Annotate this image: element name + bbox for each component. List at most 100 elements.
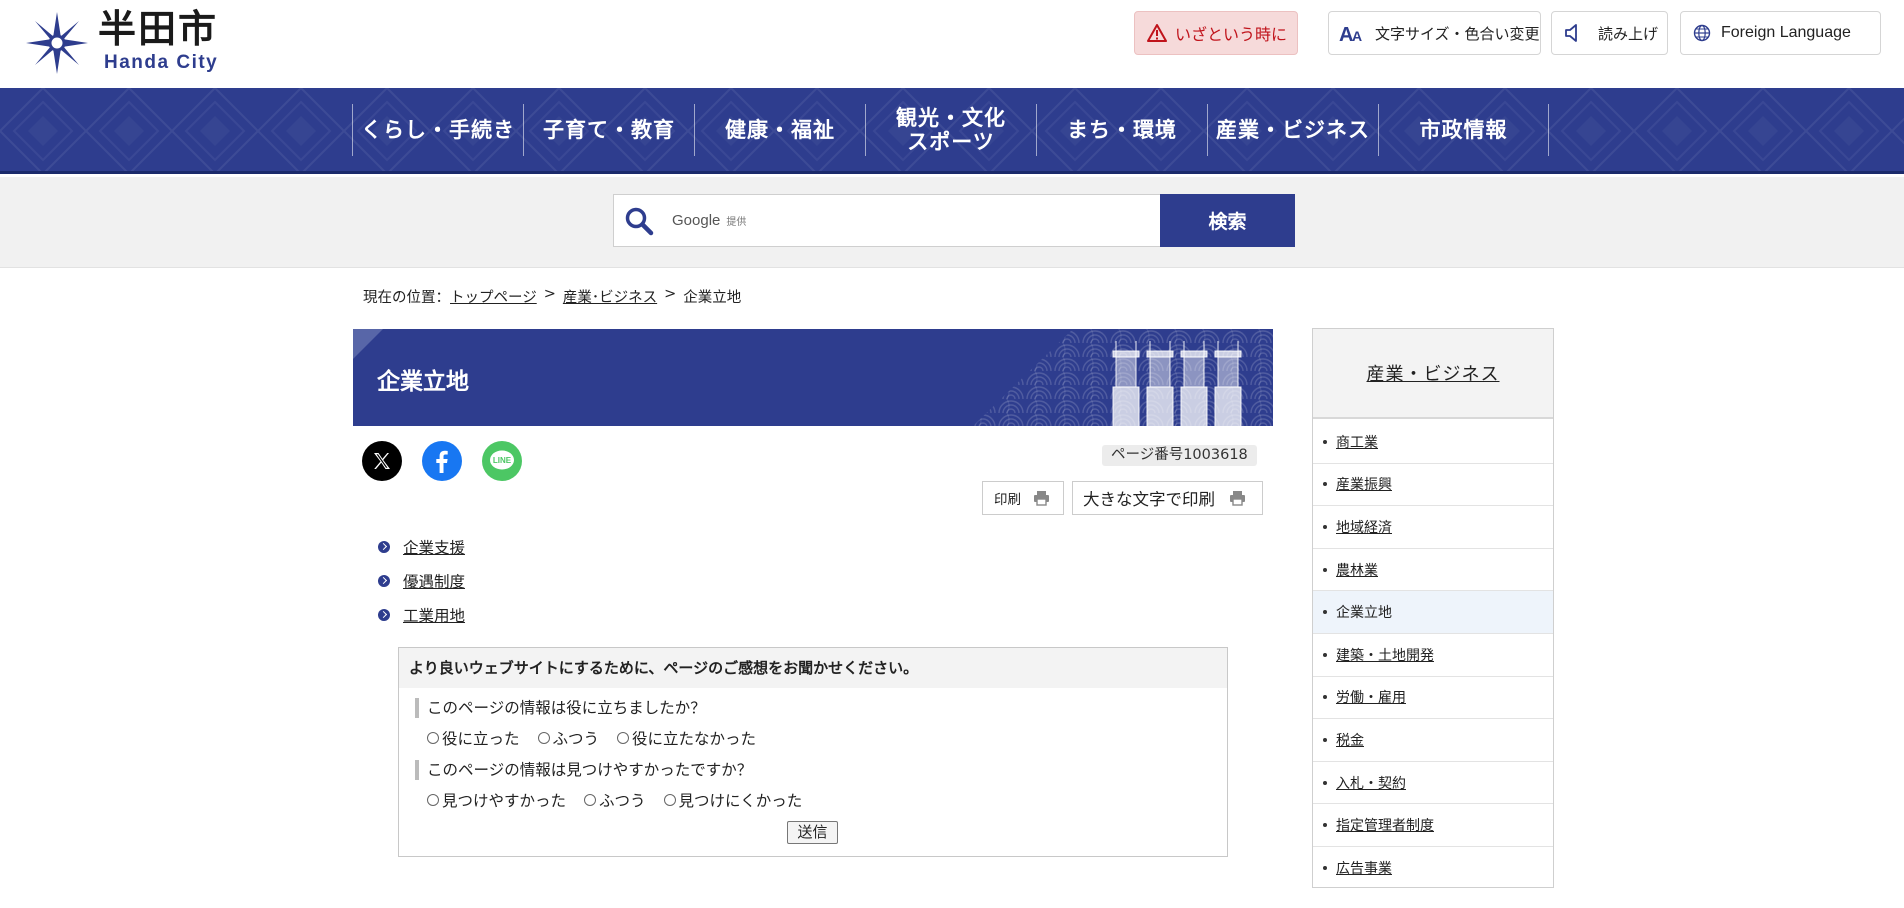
side-item-kokoku[interactable]: 広告事業 [1313,847,1553,887]
bullet-dot [1323,652,1327,657]
side-item-label: 商工業 [1336,434,1378,451]
breadcrumb-business[interactable]: 産業･ビジネス [563,286,657,307]
read-aloud-label: 読み上げ [1598,24,1659,43]
radio-circle [427,732,439,744]
side-item-kigyo-ricchi[interactable]: 企業立地 [1313,591,1553,634]
arrow-bullet-icon [378,575,390,587]
link-yugu-seido[interactable]: 優遇制度 [403,570,465,592]
svg-text:A: A [1352,28,1362,44]
bullet-dot [1323,524,1327,529]
radio-useful[interactable]: 役に立った [427,727,520,749]
side-item-sangyo-shinko[interactable]: 産業振興 [1313,464,1553,507]
globe-icon [1693,24,1711,42]
nav-item-label: 市政情報 [1419,117,1508,142]
list-item: 工業用地 [378,598,465,632]
text-size-color-button[interactable]: A A 文字サイズ・色合い変更 [1328,11,1541,55]
survey-question-findable: このページの情報は見つけやすかったですか？ [415,760,752,780]
arrow-bullet-icon [378,609,390,621]
bullet-dot [1323,610,1327,615]
text-size-icon: A A [1339,24,1362,44]
global-nav-items: くらし・手続き 子育て・教育 健康・福祉 観光・文化 スポーツ まち・環境 産業… [352,104,1549,156]
survey-options-findable: 見つけやすかった ふつう 見つけにくかった [427,789,820,811]
emergency-button[interactable]: いざという時に [1134,11,1298,55]
side-nav: 産業・ビジネス 商工業 産業振興 地域経済 農林業 企業立地 建築・土地開発 労… [1312,328,1554,888]
radio-label: ふつう [552,730,600,748]
search-input[interactable]: Google 提供 [613,194,1161,247]
radio-label: 見つけにくかった [678,792,803,810]
breadcrumb-separator: > [664,286,677,302]
breadcrumb-current: 企業立地 [683,290,742,306]
print-large-label: 大きな文字で印刷 [1083,490,1215,509]
side-item-label: 労働・雇用 [1336,690,1406,707]
link-kogyo-yochi[interactable]: 工業用地 [403,604,465,626]
radio-hard[interactable]: 見つけにくかった [663,789,803,811]
nav-item-kenko[interactable]: 健康・福祉 [694,104,865,156]
print-large-text-button[interactable]: 大きな文字で印刷 [1072,481,1263,515]
search-icon [625,207,654,235]
facebook-share-icon[interactable] [422,441,462,481]
nav-item-kanko[interactable]: 観光・文化 スポーツ [865,104,1036,156]
side-nav-list: 商工業 産業振興 地域経済 農林業 企業立地 建築・土地開発 労働・雇用 税金 … [1313,421,1553,887]
google-label: Google [672,212,721,229]
bullet-dot [1323,737,1327,742]
bullet-dot [1323,865,1327,870]
breadcrumb-top[interactable]: トップページ [450,286,537,307]
side-item-nyusatsu[interactable]: 入札・契約 [1313,762,1553,805]
side-item-label: 農林業 [1336,562,1378,579]
radio-circle [584,794,597,806]
emergency-label: いざという時に [1175,25,1288,44]
radio-not-useful[interactable]: 役に立たなかった [617,727,756,749]
site-logo[interactable]: 半田市 Handa City [24,6,218,76]
read-aloud-button[interactable]: 読み上げ [1551,11,1668,55]
side-item-shokogyo[interactable]: 商工業 [1313,421,1553,464]
radio-neutral[interactable]: ふつう [537,727,600,749]
side-item-label: 指定管理者制度 [1336,818,1434,835]
side-item-chiiki-keizai[interactable]: 地域経済 [1313,506,1553,549]
nav-item-label: 健康・福祉 [725,117,835,142]
radio-circle [537,732,550,744]
radio-circle [617,732,630,744]
printer-icon [1034,491,1049,506]
survey-options-useful: 役に立った ふつう 役に立たなかった [427,727,774,749]
city-emblem-icon [26,12,88,74]
nav-item-label: 産業・ビジネス [1216,117,1370,142]
list-item: 企業支援 [378,530,465,564]
arrow-bullet-icon [378,541,390,553]
link-kigyo-shien[interactable]: 企業支援 [403,536,465,558]
side-item-zeikin[interactable]: 税金 [1313,719,1553,762]
title-decoration-icon [973,329,1273,426]
side-item-label: 広告事業 [1336,860,1392,877]
speaker-icon [1565,24,1577,42]
submit-button[interactable]: 送信 [787,821,838,844]
bullet-dot [1323,823,1327,828]
global-nav: くらし・手続き 子育て・教育 健康・福祉 観光・文化 スポーツ まち・環境 産業… [0,88,1904,174]
side-item-rodo[interactable]: 労働・雇用 [1313,677,1553,720]
nav-item-kurashi[interactable]: くらし・手続き [352,104,523,156]
radio-circle [427,794,439,806]
content-link-list: 企業支援 優遇制度 工業用地 [378,530,465,632]
radio-label: 役に立った [442,730,520,748]
nav-item-machi[interactable]: まち・環境 [1036,104,1207,156]
side-nav-title-link[interactable]: 産業・ビジネス [1367,360,1500,386]
nav-item-shisei[interactable]: 市政情報 [1378,104,1549,156]
line-share-icon[interactable]: LINE [482,441,522,481]
side-item-shitei-kanri[interactable]: 指定管理者制度 [1313,804,1553,847]
side-item-norin[interactable]: 農林業 [1313,549,1553,592]
page-title: 企業立地 [377,369,469,395]
side-item-label: 産業振興 [1336,477,1392,494]
side-item-kenchiku[interactable]: 建築・土地開発 [1313,634,1553,677]
side-item-label: 入札・契約 [1336,775,1406,792]
bullet-dot [1323,780,1327,785]
radio-normal[interactable]: ふつう [584,789,646,811]
foreign-language-label: Foreign Language [1721,24,1851,41]
x-share-icon[interactable] [362,441,402,481]
nav-item-kosodate[interactable]: 子育て・教育 [523,104,694,156]
text-size-label: 文字サイズ・色合い変更 [1375,24,1540,43]
foreign-language-button[interactable]: Foreign Language [1680,11,1881,55]
search-button[interactable]: 検索 [1160,194,1295,247]
nav-item-sangyo[interactable]: 産業・ビジネス [1207,104,1378,156]
radio-easy[interactable]: 見つけやすかった [427,789,566,811]
share-buttons: LINE [362,441,542,481]
breadcrumb-prefix: 現在の位置： [363,290,450,306]
print-button[interactable]: 印刷 [982,481,1064,515]
